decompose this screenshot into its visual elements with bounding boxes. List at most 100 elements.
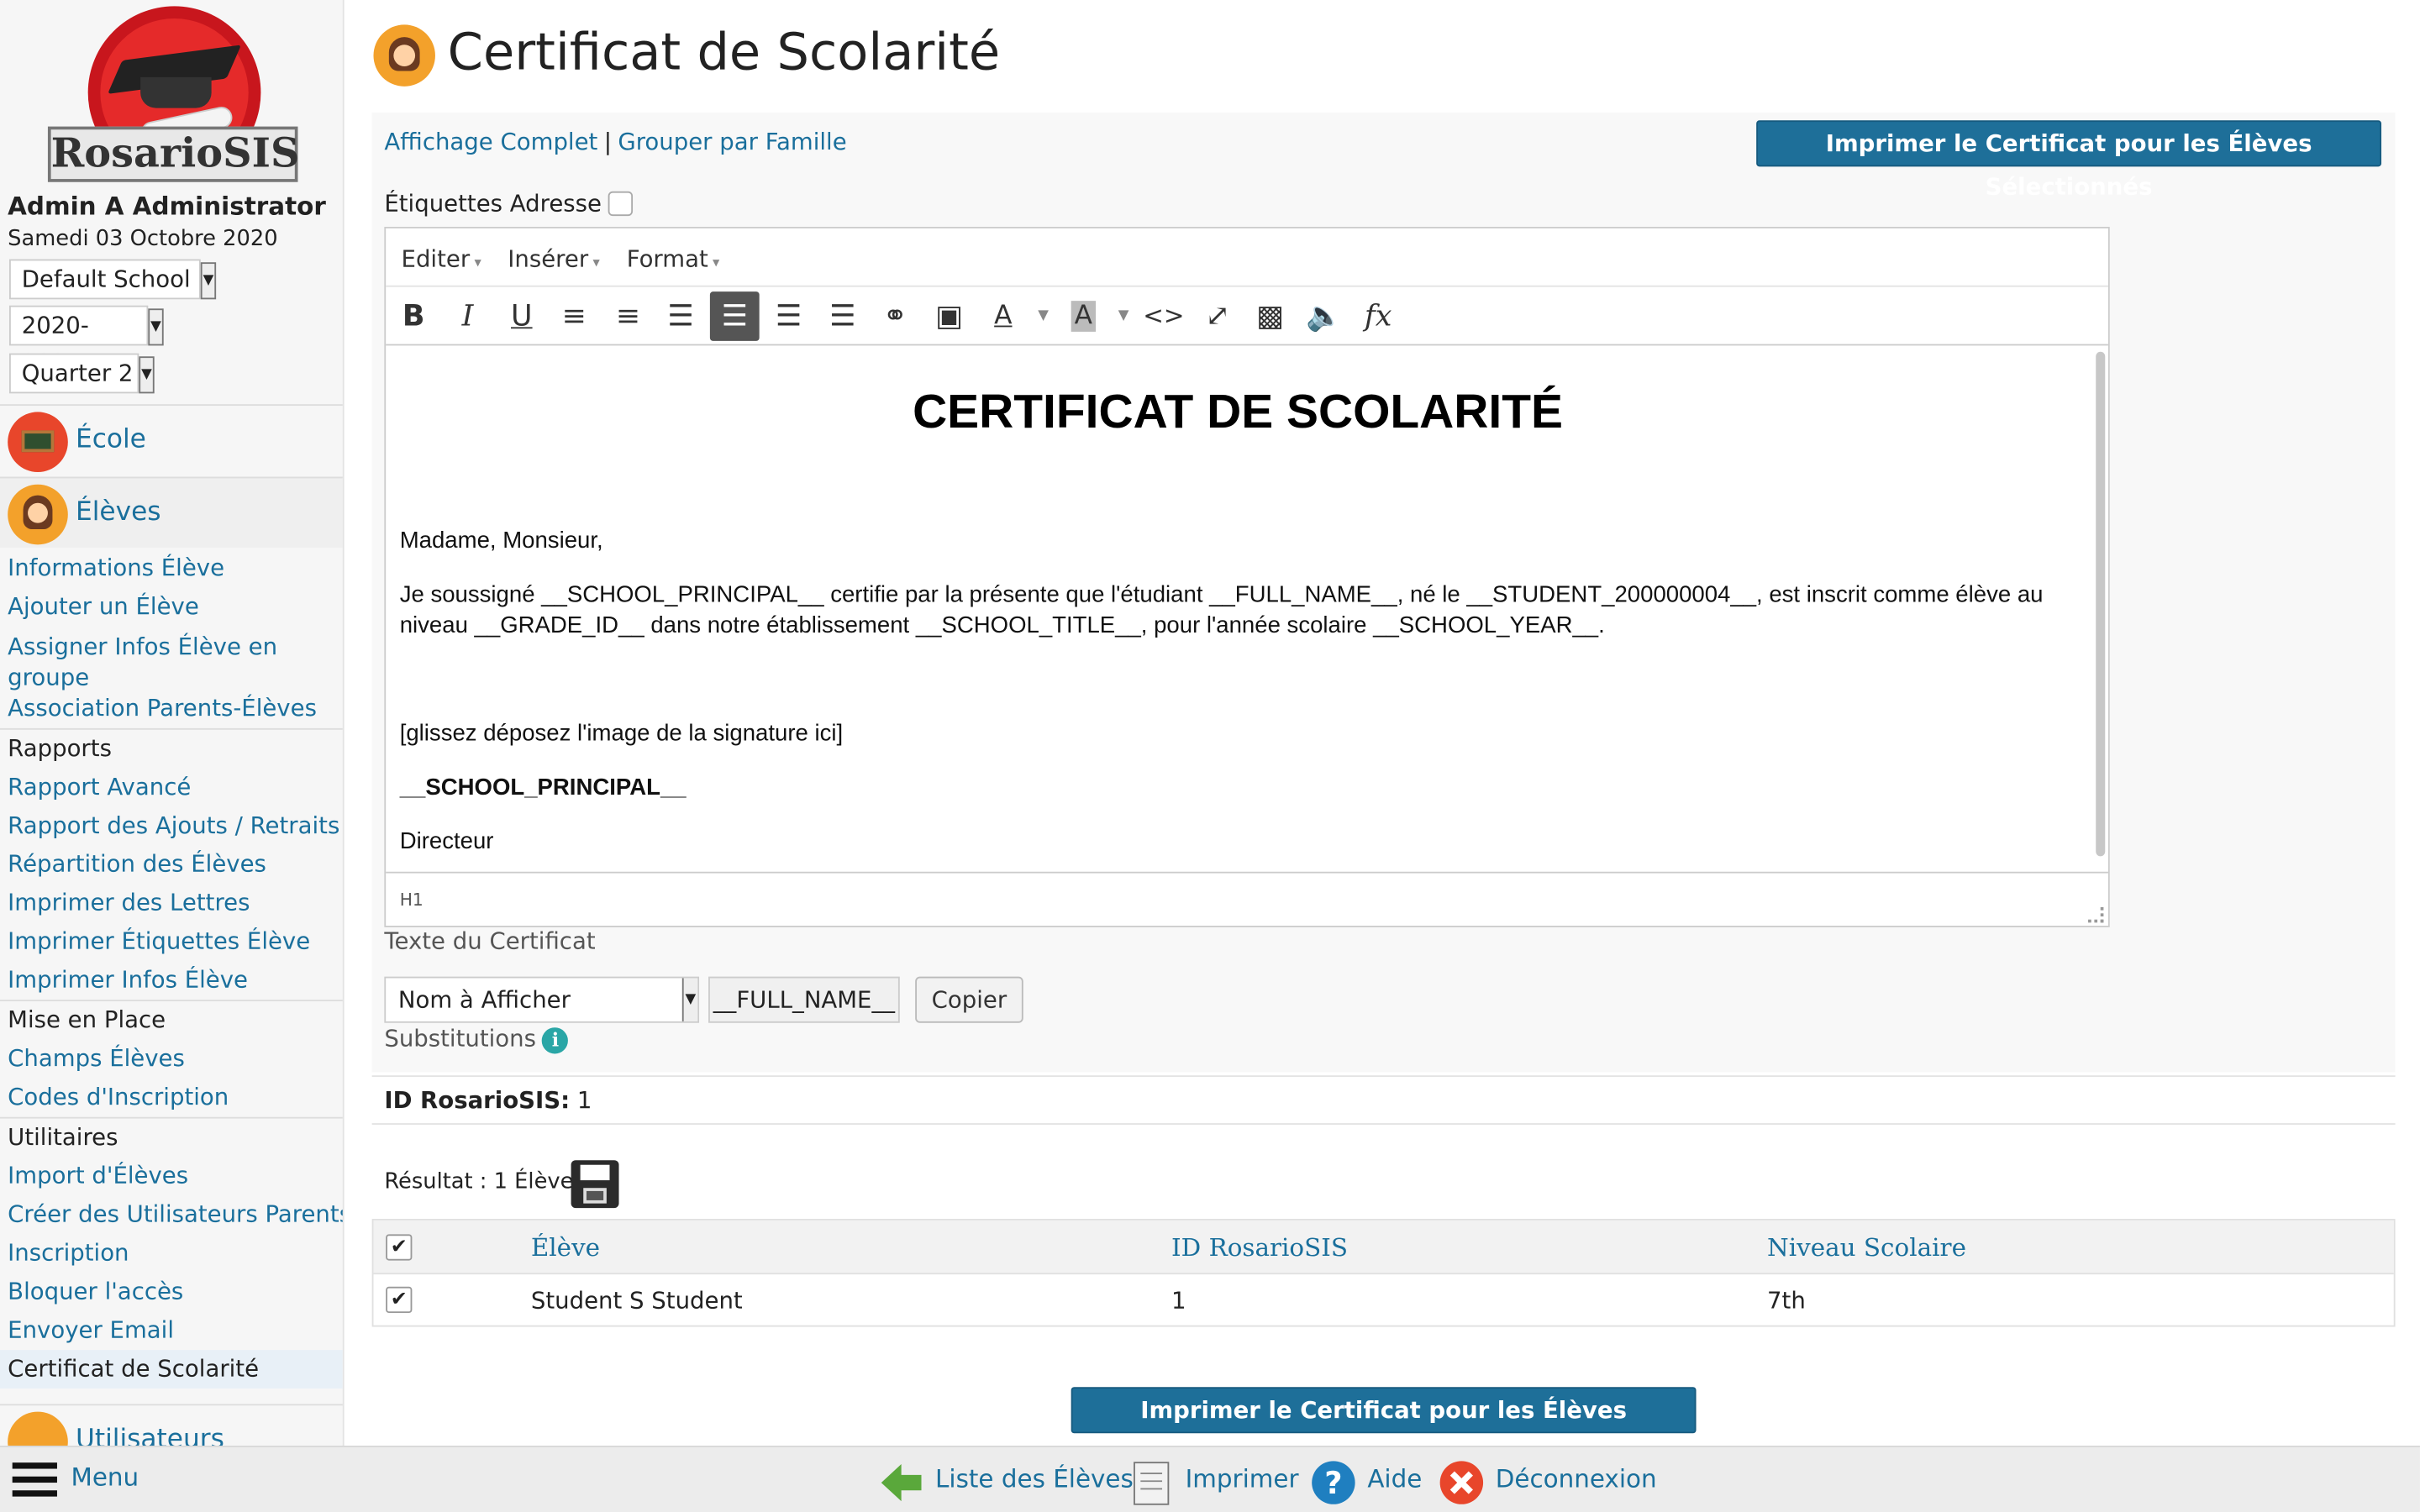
rich-text-editor: Editer Insérer Format B I U ≡ ≡ ☰ ☰ ☰ ☰ … — [384, 226, 2110, 927]
save-icon[interactable] — [571, 1160, 619, 1209]
sidebar-item-registration[interactable]: Inscription — [0, 1234, 343, 1273]
menu-toggle-label[interactable]: Menu — [71, 1462, 139, 1492]
fullscreen-icon[interactable]: ⤢ — [1193, 291, 1243, 341]
select-all-checkbox[interactable]: ✔ — [386, 1234, 413, 1261]
justify-icon[interactable]: ☰ — [818, 291, 867, 341]
print-document-icon — [1134, 1462, 1170, 1505]
full-view-link[interactable]: Affichage Complet — [384, 128, 597, 155]
save-icon-label — [580, 1164, 610, 1181]
sidebar-item-print-letters[interactable]: Imprimer des Lettres — [0, 884, 343, 922]
svg-text:?: ? — [1324, 1465, 1342, 1501]
sidebar-item-student-breakdown[interactable]: Répartition des Élèves — [0, 846, 343, 885]
rosariosis-id-label: ID RosarioSIS: — [384, 1086, 571, 1115]
address-labels-checkbox[interactable] — [608, 191, 633, 217]
menu-module-users[interactable]: Utilisateurs — [0, 1404, 343, 1446]
italic-icon[interactable]: I — [443, 291, 492, 341]
sidebar-item-add-student[interactable]: Ajouter un Élève — [0, 588, 343, 627]
editor-scrollbar[interactable] — [2096, 351, 2106, 857]
help-label: Aide — [1367, 1464, 1423, 1494]
graduation-cap-base — [140, 76, 212, 108]
sidebar-item-import-students[interactable]: Import d'Élèves — [0, 1158, 343, 1196]
student-icon — [373, 24, 435, 87]
page-title: Certificat de Scolarité — [447, 21, 1001, 82]
sidebar-item-advanced-report[interactable]: Rapport Avancé — [0, 769, 343, 807]
print-certificate-button-bottom[interactable]: Imprimer le Certificat pour les Élèves S… — [1071, 1387, 1697, 1446]
substitution-token-field[interactable]: __FULL_NAME__ — [708, 976, 900, 1023]
student-face — [393, 45, 416, 66]
media-icon[interactable]: ▩ — [1245, 291, 1295, 341]
rosariosis-id-row: ID RosarioSIS: 1 — [371, 1075, 2396, 1125]
school-year-select[interactable]: 2020-2021 ▼ — [9, 305, 164, 376]
group-by-family-link[interactable]: Grouper par Famille — [618, 128, 846, 155]
sidebar-header-utilities: Utilitaires — [0, 1116, 343, 1158]
info-icon[interactable]: i — [542, 1027, 569, 1054]
editor-content[interactable]: CERTIFICAT DE SCOLARITÉ Madame, Monsieur… — [386, 347, 2090, 871]
align-center-icon[interactable]: ☰ — [709, 291, 760, 341]
user-name[interactable]: Admin A Administrator — [8, 192, 326, 221]
bullet-list-icon[interactable]: ≡ — [550, 291, 599, 341]
sidebar-item-mass-assign[interactable]: Assigner Infos Élève en groupe — [0, 627, 343, 696]
sidebar-item-block-access[interactable]: Bloquer l'accès — [0, 1273, 343, 1311]
numbered-list-icon[interactable]: ≡ — [603, 291, 653, 341]
align-left-icon[interactable]: ☰ — [656, 291, 706, 341]
chevron-down-icon: ▼ — [148, 308, 164, 346]
link-separator: | — [603, 128, 612, 156]
sidebar-item-enrollment-codes[interactable]: Codes d'Inscription — [0, 1079, 343, 1117]
address-labels-label: Étiquettes Adresse — [384, 189, 602, 218]
main-content: Certificat de Scolarité Affichage Comple… — [345, 0, 2420, 1446]
logo-text: RosarioSIS — [47, 126, 299, 182]
link-icon[interactable]: ⚭ — [871, 291, 920, 341]
editor-path: H1 — [399, 890, 424, 911]
sidebar-item-send-email[interactable]: Envoyer Email — [0, 1311, 343, 1350]
hamburger-menu-icon[interactable] — [12, 1462, 57, 1499]
cell-grade-level: 7th — [1767, 1286, 1806, 1315]
rosariosis-id-value: 1 — [576, 1086, 592, 1115]
image-icon[interactable]: ▣ — [924, 291, 974, 341]
sidebar-item-student-info[interactable]: Informations Élève — [0, 549, 343, 588]
menu-module-students[interactable]: Élèves — [0, 476, 343, 549]
formula-icon[interactable]: fx — [1354, 291, 1403, 341]
school-select[interactable]: Default School ▼ — [9, 259, 217, 300]
underline-icon[interactable]: U — [497, 291, 546, 341]
sidebar-item-certificate[interactable]: Certificat de Scolarité — [0, 1350, 343, 1389]
student-list-label: Liste des Élèves — [935, 1464, 1134, 1494]
save-icon-shutter — [583, 1188, 607, 1204]
align-right-icon[interactable]: ☰ — [764, 291, 813, 341]
column-grade-level[interactable]: Niveau Scolaire — [1767, 1233, 1966, 1263]
rosariosis-logo[interactable]: RosarioSIS — [47, 6, 299, 182]
sidebar-header-reports: Rapports — [0, 727, 343, 769]
chevron-down-icon: ▼ — [139, 356, 155, 394]
row-checkbox[interactable]: ✔ — [386, 1286, 413, 1314]
substitution-select[interactable]: Nom à Afficher ▼ — [384, 976, 700, 1023]
sidebar-item-student-fields[interactable]: Champs Élèves — [0, 1040, 343, 1079]
print-certificate-button-top[interactable]: Imprimer le Certificat pour les Élèves S… — [1756, 120, 2382, 201]
quarter-select[interactable]: Quarter 2 ▼ — [9, 353, 155, 394]
principal-token: __SCHOOL_PRINCIPAL__ — [399, 774, 687, 801]
sidebar-item-create-parent-users[interactable]: Créer des Utilisateurs Parents — [0, 1195, 343, 1234]
chalkboard-shape — [21, 430, 55, 453]
editor-menu-format[interactable]: Format — [627, 245, 720, 273]
menu-module-school[interactable]: École — [0, 404, 343, 475]
code-icon[interactable]: <> — [1139, 291, 1188, 341]
signature-placeholder: [glissez déposez l'image de la signature… — [399, 720, 844, 747]
copy-button[interactable]: Copier — [915, 976, 1023, 1023]
bottom-bar: Menu Liste des Élèves Imprimer ? Aide Dé… — [0, 1445, 2420, 1512]
editor-menu-edit[interactable]: Editer — [402, 245, 481, 273]
student-icon — [8, 484, 68, 545]
certificate-form-panel: Affichage Complet | Grouper par Famille Im… — [371, 113, 2396, 1073]
resize-handle-icon[interactable] — [2088, 906, 2104, 923]
column-rosariosis-id[interactable]: ID RosarioSIS — [1171, 1233, 1348, 1263]
bold-icon[interactable]: B — [389, 291, 439, 341]
sidebar-item-print-info[interactable]: Imprimer Infos Élève — [0, 961, 343, 1000]
certificate-text-label: Texte du Certificat — [384, 927, 596, 955]
sidebar-item-print-labels[interactable]: Imprimer Étiquettes Élève — [0, 922, 343, 961]
certificate-greeting: Madame, Monsieur, — [399, 528, 603, 554]
sidebar-item-add-drop-report[interactable]: Rapport des Ajouts / Retraits — [0, 807, 343, 846]
menu-module-school-label: École — [75, 424, 146, 455]
audio-icon[interactable]: 🔈 — [1300, 291, 1349, 341]
editor-menu-insert[interactable]: Insérer — [508, 245, 599, 273]
current-date: Samedi 03 Octobre 2020 — [8, 226, 278, 252]
column-student[interactable]: Élève — [531, 1233, 600, 1263]
users-icon — [8, 1411, 68, 1446]
sidebar-item-parent-association[interactable]: Association Parents-Élèves — [0, 690, 343, 728]
